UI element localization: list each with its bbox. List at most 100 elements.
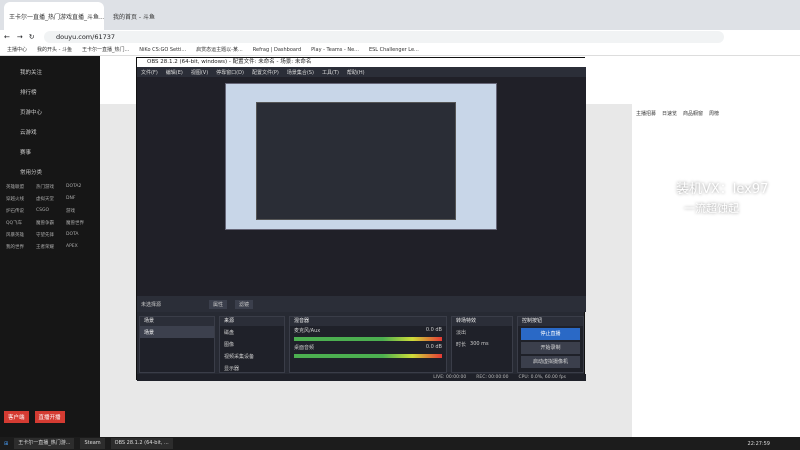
bookmark[interactable]: ESL Challenger Le... xyxy=(366,47,422,53)
start-recording-button[interactable]: 开始录制 xyxy=(521,342,580,354)
category[interactable]: 守望先锋 xyxy=(36,232,64,238)
virtual-camera-button[interactable]: 启动虚拟摄像机 xyxy=(521,356,580,368)
nav-item[interactable]: 我的关注 xyxy=(0,62,100,82)
clock: 22:27:59 xyxy=(747,440,770,447)
dock-title: 来源 xyxy=(224,318,235,324)
bookmark[interactable]: 我的开头 - 斗鱼 xyxy=(34,46,75,53)
source-item[interactable]: 视频采集设备 xyxy=(220,350,284,362)
menu-item[interactable]: 文件(F) xyxy=(141,69,158,76)
channel-name: 桌面音频 xyxy=(294,345,315,351)
taskbar: ⊞ 王卡尔一直播_热门游... Steam OBS 28.1.2 (64-bit… xyxy=(0,437,800,450)
category[interactable]: 游戏 xyxy=(66,208,94,214)
category[interactable]: DOTA2 xyxy=(66,184,94,190)
bookmark[interactable]: Play - Teams - Ne... xyxy=(308,47,362,53)
category[interactable]: 虚拟天堂 xyxy=(36,196,64,202)
menu-item[interactable]: 帮助(H) xyxy=(347,69,365,76)
controls-dock: 控制按钮 停止直播 开始录制 启动虚拟摄像机 xyxy=(517,316,584,373)
bookmark[interactable]: Refrag | Dashboard xyxy=(250,47,304,53)
nav-item[interactable]: 排行榜 xyxy=(0,82,100,102)
source-item[interactable]: 显示器 xyxy=(220,362,284,374)
properties-button[interactable]: 属性 xyxy=(209,299,228,309)
taskbar-item[interactable]: OBS 28.1.2 (64-bit, ... xyxy=(110,438,173,449)
live-status: LIVE: 00:00:00 xyxy=(433,375,467,380)
preview-capture xyxy=(225,83,497,230)
section-title: 常用分类 xyxy=(20,170,43,176)
category[interactable]: 热门游戏 xyxy=(36,184,64,190)
obs-title: OBS 28.1.2 (64-bit, windows) - 配置文件: 未命名… xyxy=(137,58,586,67)
obs-window: OBS 28.1.2 (64-bit, windows) - 配置文件: 未命名… xyxy=(136,57,586,381)
category[interactable]: 我的世界 xyxy=(6,244,34,250)
menu-item[interactable]: 工具(T) xyxy=(322,69,339,76)
nav-item[interactable]: 页游中心 xyxy=(0,102,100,122)
reload-icon[interactable]: ↻ xyxy=(26,33,38,41)
watermark: 装机VX：lex97 xyxy=(676,182,769,197)
source-toolbar: 未选择源 属性 滤镜 xyxy=(137,296,586,312)
category[interactable]: 魔兽世界 xyxy=(66,220,94,226)
category[interactable]: 风暴英雄 xyxy=(6,232,34,238)
duration-label: 时长 xyxy=(456,341,467,348)
bookmark[interactable]: 主播中心 xyxy=(4,46,30,53)
dock-title: 转场特效 xyxy=(456,318,477,324)
forward-icon[interactable]: → xyxy=(14,33,26,41)
nav-item[interactable]: 云游戏 xyxy=(0,122,100,142)
category[interactable]: APEX xyxy=(66,244,94,250)
dock-title: 场景 xyxy=(144,318,155,324)
tab-right[interactable]: 周榜 xyxy=(709,110,719,117)
category[interactable]: 英雄联盟 xyxy=(6,184,34,190)
filters-button[interactable]: 滤镜 xyxy=(235,299,254,309)
source-item[interactable]: 磁盘 xyxy=(220,326,284,338)
bookmark[interactable]: 启赏态运主题以-某... xyxy=(193,46,246,53)
dock-title: 混音器 xyxy=(294,318,310,324)
source-item[interactable]: 图像 xyxy=(220,338,284,350)
tab-right[interactable]: 日速览 xyxy=(662,110,677,117)
category[interactable]: DNF xyxy=(66,196,94,202)
transition-select[interactable]: 淡出 xyxy=(452,326,512,338)
tab-label: 我的首页 - 斗鱼 xyxy=(113,13,155,21)
category[interactable]: CSGO xyxy=(36,208,64,214)
client-button[interactable]: 客户端 xyxy=(4,411,29,423)
scene-item[interactable]: 场景 xyxy=(140,326,214,338)
volume-meter xyxy=(294,337,442,341)
category[interactable]: 王者荣耀 xyxy=(36,244,64,250)
category[interactable]: 穿越火线 xyxy=(6,196,34,202)
address-bar[interactable]: douyu.com/61737 xyxy=(44,31,724,43)
transitions-dock: 转场特效 淡出 时长 300 ms xyxy=(451,316,513,373)
menu-item[interactable]: 停靠窗口(D) xyxy=(216,69,244,76)
tab-inactive[interactable]: 我的首页 - 斗鱼 xyxy=(108,2,188,30)
category[interactable]: 炉石传说 xyxy=(6,208,34,214)
obs-menu: 文件(F) 编辑(E) 视图(V) 停靠窗口(D) 配置文件(P) 场景集合(S) 工具(T… xyxy=(137,67,586,77)
no-source-label: 未选择源 xyxy=(141,301,162,308)
tab-right[interactable]: 主播招募 xyxy=(636,110,656,117)
menu-item[interactable]: 视图(V) xyxy=(191,69,208,76)
bookmarks-bar: 主播中心 我的开头 - 斗鱼 王卡尔一直播_热门... NiKo CS:GO S… xyxy=(0,44,800,56)
bookmark[interactable]: NiKo CS:GO Setti... xyxy=(136,47,189,53)
right-panel: 主播招募 日速览 商品橱窗 周榜 装机VX：lex97 一流超蚀起 xyxy=(632,104,800,437)
category[interactable]: 魔兽争霸 xyxy=(36,220,64,226)
menu-item[interactable]: 场景集合(S) xyxy=(287,69,314,76)
channel-db: 0.0 dB xyxy=(425,344,442,350)
taskbar-item[interactable]: Steam xyxy=(80,438,105,449)
sources-dock: 来源 磁盘 图像 视频采集设备 显示器 xyxy=(219,316,285,373)
back-icon[interactable]: ← xyxy=(0,33,14,41)
mixer-dock: 混音器 麦克风/Aux 0.0 dB 桌面音频 0.0 dB xyxy=(289,316,447,373)
taskbar-item[interactable]: 王卡尔一直播_热门游... xyxy=(14,438,75,449)
bookmark[interactable]: 王卡尔一直播_热门... xyxy=(79,46,132,53)
nav-item[interactable]: 赛事 xyxy=(0,142,100,162)
category[interactable]: DOTA xyxy=(66,232,94,238)
duration-field[interactable]: 300 ms xyxy=(470,341,489,347)
category-grid: 英雄联盟 热门游戏 DOTA2 穿越火线 虚拟天堂 DNF 炉石传说 CSGO 游戏 QQ飞… xyxy=(0,182,100,252)
obs-status-bar: LIVE: 00:00:00 REC: 00:00:00 CPU: 0.0%, … xyxy=(137,374,586,381)
tab-active[interactable]: 王卡尔一直播_热门游戏直播_斗鱼...✕ xyxy=(4,2,104,30)
menu-item[interactable]: 编辑(E) xyxy=(166,69,183,76)
tab-label: 王卡尔一直播_热门游戏直播_斗鱼... xyxy=(9,13,104,21)
start-live-button[interactable]: 直播开播 xyxy=(34,411,65,423)
scenes-dock: 场景 场景 xyxy=(139,316,215,373)
rec-status: REC: 00:00:00 xyxy=(476,375,509,380)
stop-stream-button[interactable]: 停止直播 xyxy=(521,328,580,340)
channel-db: 0.0 dB xyxy=(425,327,442,333)
menu-item[interactable]: 配置文件(P) xyxy=(252,69,279,76)
windows-icon[interactable]: ⊞ xyxy=(4,441,8,447)
obs-preview[interactable] xyxy=(137,77,586,296)
tab-right[interactable]: 商品橱窗 xyxy=(683,110,703,117)
category[interactable]: QQ飞车 xyxy=(6,220,34,226)
